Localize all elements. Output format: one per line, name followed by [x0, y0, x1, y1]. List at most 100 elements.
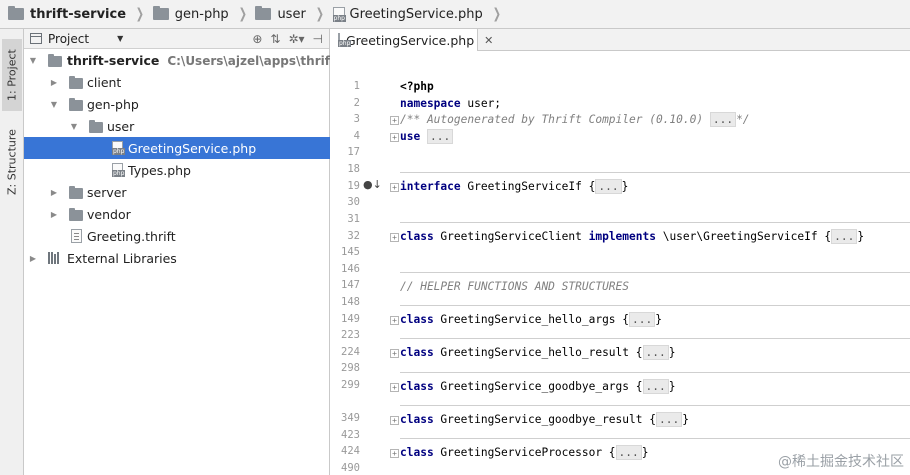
tree-item-user[interactable]: ▼ user	[24, 115, 330, 137]
code-text: GreetingServiceProcessor {	[433, 446, 616, 459]
folded-region[interactable]: ...	[426, 129, 454, 144]
tree-item-gen-php[interactable]: ▼ gen-php	[24, 93, 330, 115]
folded-region[interactable]: ...	[642, 345, 669, 360]
line-number: 146	[341, 263, 360, 275]
code-line: class GreetingService_goodbye_result {..…	[400, 412, 689, 428]
editor-tab-greetingservice-php[interactable]: GreetingService.php ✕	[330, 29, 493, 51]
code-line: class GreetingServiceProcessor {...}	[400, 445, 649, 461]
line-number: 148	[341, 296, 360, 308]
line-number: 299	[341, 379, 360, 391]
tree-item-external-libraries[interactable]: ▶ External Libraries	[24, 247, 330, 269]
dropdown-caret-icon[interactable]: ▼	[117, 34, 123, 43]
fold-toggle-icon[interactable]: +	[390, 383, 399, 392]
library-icon	[48, 252, 61, 264]
keyword: class	[400, 413, 434, 426]
line-number: 147	[341, 279, 360, 291]
breadcrumb-item-user[interactable]: user	[255, 0, 309, 29]
hide-panel-icon[interactable]: ⊣	[313, 32, 323, 46]
line-number: 349	[341, 412, 360, 424]
expanded-arrow-icon[interactable]: ▼	[28, 56, 38, 65]
tool-tab-project[interactable]: 1: Project	[2, 39, 22, 111]
folder-icon	[8, 6, 24, 20]
folder-icon	[69, 76, 83, 89]
fold-toggle-icon[interactable]: +	[390, 233, 399, 242]
expanded-arrow-icon[interactable]: ▼	[49, 100, 59, 109]
keyword: class	[400, 380, 434, 393]
breadcrumb-label: thrift-service	[30, 6, 127, 22]
tree-item-vendor[interactable]: ▶ vendor	[24, 203, 330, 225]
code-text: GreetingServiceClient	[433, 230, 589, 243]
method-separator	[400, 405, 910, 406]
breadcrumb-item-gen-php[interactable]: gen-php	[152, 0, 233, 29]
tree-item-greetingservice-php[interactable]: GreetingService.php	[24, 137, 330, 159]
project-view-selector[interactable]: Project	[48, 32, 89, 46]
php-file-icon	[112, 163, 126, 177]
expanded-arrow-icon[interactable]: ▼	[69, 122, 79, 131]
code-line: class GreetingService_goodbye_args {...}	[400, 379, 675, 395]
line-number: 223	[341, 329, 360, 341]
fold-toggle-icon[interactable]: +	[390, 449, 399, 458]
tree-item-label: Greeting.thrift	[87, 228, 176, 244]
code-line: use ...	[400, 129, 454, 145]
code-area[interactable]: <?php namespace user; + /** Autogenerate…	[390, 51, 910, 475]
folder-icon	[48, 54, 62, 67]
collapse-all-icon[interactable]: ⇅	[270, 32, 280, 46]
locate-file-icon[interactable]: ⊕	[252, 32, 262, 46]
code-text: }	[857, 230, 865, 243]
navigation-breadcrumb: thrift-service ❯ gen-php ❯ user ❯ Greeti…	[0, 0, 910, 29]
folder-icon	[255, 6, 272, 20]
watermark-text: @稀土掘金技术社区	[778, 454, 904, 470]
method-separator	[400, 372, 910, 373]
breadcrumb-item-thrift-service[interactable]: thrift-service	[8, 0, 130, 29]
keyword: implements	[588, 230, 656, 243]
tree-item-greeting-thrift[interactable]: Greeting.thrift	[24, 225, 330, 247]
folded-region[interactable]: ...	[655, 412, 683, 427]
php-file-icon	[332, 6, 346, 22]
tree-item-client[interactable]: ▶ client	[24, 71, 330, 93]
line-number: 423	[341, 429, 360, 441]
fold-toggle-icon[interactable]: +	[390, 133, 399, 142]
line-number: 19	[347, 180, 360, 192]
close-icon[interactable]: ✕	[484, 34, 493, 47]
folder-icon	[69, 98, 83, 111]
code-line: // HELPER FUNCTIONS AND STRUCTURES	[400, 279, 629, 295]
collapsed-arrow-icon[interactable]: ▶	[28, 254, 38, 263]
keyword: class	[400, 230, 434, 243]
fold-toggle-icon[interactable]: +	[390, 349, 399, 358]
breadcrumb-item-greetingservice-php[interactable]: GreetingService.php	[332, 0, 487, 29]
tree-item-label: server	[87, 184, 127, 200]
tree-item-thrift-service[interactable]: ▼ thrift-service C:\Users\ajzel\apps\thri…	[24, 49, 389, 71]
tree-item-label: Types.php	[128, 162, 191, 178]
folder-icon	[69, 186, 83, 199]
folded-region[interactable]: ...	[595, 179, 622, 194]
gear-icon[interactable]: ✲▾	[288, 32, 304, 46]
folded-region[interactable]: ...	[831, 229, 858, 244]
project-panel: Project ▼ ⊕ ⇅ ✲▾ ⊣ ▼ thrift-service C:\Us…	[24, 29, 389, 475]
collapsed-arrow-icon[interactable]: ▶	[49, 78, 59, 87]
line-number: 2	[353, 97, 360, 109]
fold-toggle-icon[interactable]: +	[390, 183, 399, 192]
code-text: }	[641, 446, 649, 459]
implemented-marker-icon[interactable]: ●↓	[363, 178, 382, 191]
line-number: 3	[353, 113, 360, 125]
line-number: 31	[347, 213, 360, 225]
fold-toggle-icon[interactable]: +	[390, 416, 399, 425]
collapsed-arrow-icon[interactable]: ▶	[49, 188, 59, 197]
line-number: 490	[341, 462, 360, 474]
keyword: class	[400, 446, 434, 459]
collapsed-arrow-icon[interactable]: ▶	[49, 210, 59, 219]
folded-region[interactable]: ...	[615, 445, 642, 460]
tree-item-types-php[interactable]: Types.php	[24, 159, 330, 181]
breadcrumb-label: GreetingService.php	[349, 6, 483, 22]
tree-item-server[interactable]: ▶ server	[24, 181, 330, 203]
fold-toggle-icon[interactable]: +	[390, 116, 399, 125]
method-separator	[400, 438, 910, 439]
code-text: GreetingService_goodbye_args {	[433, 380, 643, 393]
tool-tab-structure[interactable]: Z: Structure	[2, 121, 22, 203]
fold-toggle-icon[interactable]: +	[390, 316, 399, 325]
folded-region[interactable]: ...	[629, 312, 656, 327]
editor-gutter: 1 2 3 4 17 18 19 ●↓ 30 31 32 145 146 147…	[330, 51, 390, 475]
folded-region[interactable]: ...	[642, 379, 669, 394]
folded-region[interactable]: ...	[709, 112, 737, 127]
method-separator	[400, 222, 910, 223]
